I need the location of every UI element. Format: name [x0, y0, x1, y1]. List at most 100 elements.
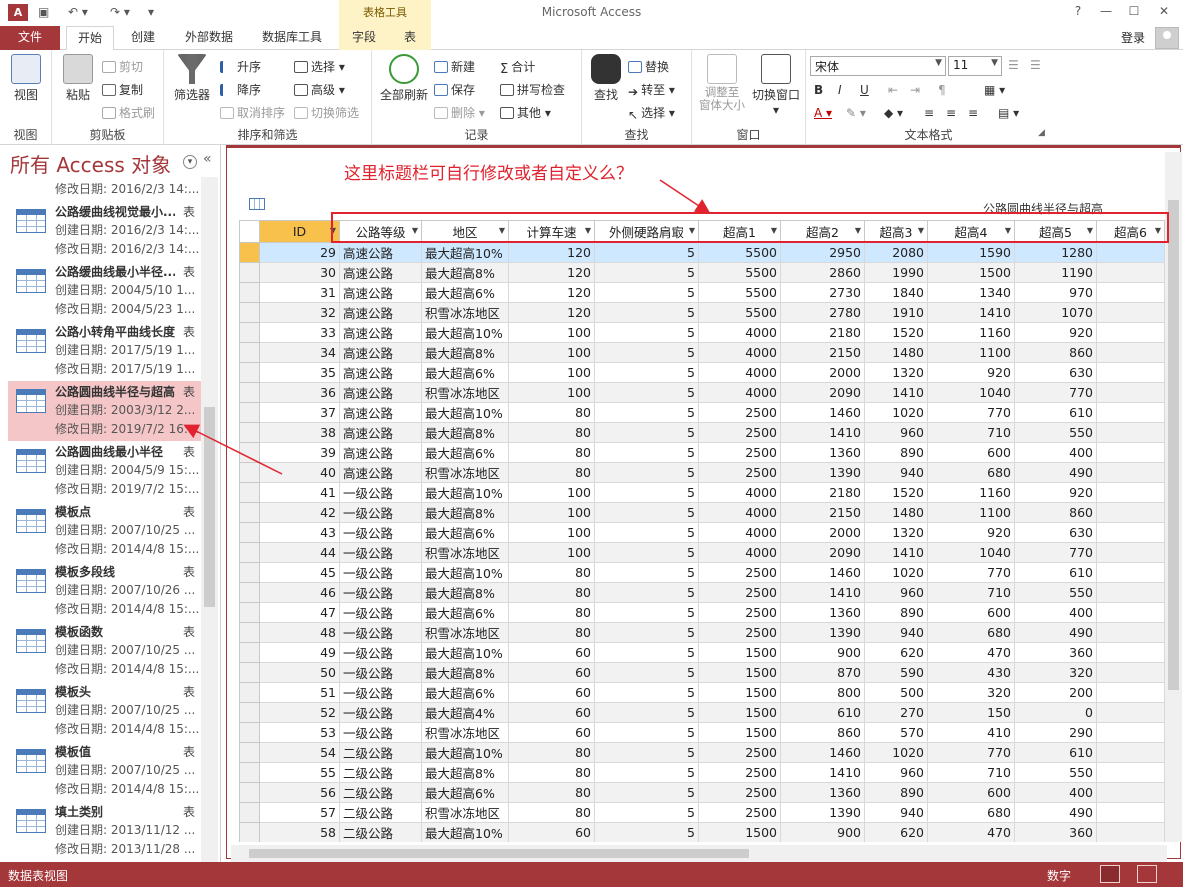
sort-ascending-button[interactable]: 升序: [220, 58, 261, 75]
table-cell[interactable]: 5: [594, 582, 699, 603]
table-cell[interactable]: 1340: [927, 282, 1015, 303]
table-cell[interactable]: 最大超高10%: [421, 642, 509, 663]
table-cell[interactable]: [1096, 622, 1165, 643]
table-cell[interactable]: 80: [508, 402, 595, 423]
table-cell[interactable]: 1160: [927, 482, 1015, 503]
table-cell[interactable]: 50: [259, 662, 340, 683]
record-selector[interactable]: [239, 282, 260, 303]
table-cell[interactable]: 最大超高6%: [421, 522, 509, 543]
table-cell[interactable]: 1480: [864, 342, 928, 363]
table-cell[interactable]: 920: [927, 362, 1015, 383]
table-cell[interactable]: 100: [508, 502, 595, 523]
goto-button[interactable]: ➔ 转至 ▾: [628, 81, 675, 99]
table-cell[interactable]: 100: [508, 362, 595, 383]
table-cell[interactable]: 52: [259, 702, 340, 723]
table-cell[interactable]: 最大超高10%: [421, 322, 509, 343]
table-cell[interactable]: 5: [594, 782, 699, 803]
table-cell[interactable]: 高速公路: [339, 302, 422, 323]
table-cell[interactable]: 60: [508, 662, 595, 683]
table-cell[interactable]: 54: [259, 742, 340, 763]
table-cell[interactable]: 2090: [780, 542, 865, 563]
table-cell[interactable]: 46: [259, 582, 340, 603]
table-cell[interactable]: 1040: [927, 542, 1015, 563]
table-cell[interactable]: 一级公路: [339, 642, 422, 663]
table-cell[interactable]: 770: [927, 402, 1015, 423]
table-cell[interactable]: 400: [1014, 602, 1097, 623]
table-row[interactable]: 49 一级公路 最大超高10% 60 5 1500 900 620 470 360: [239, 642, 1165, 663]
table-cell[interactable]: 二级公路: [339, 802, 422, 823]
sort-descending-button[interactable]: 降序: [220, 81, 261, 98]
table-cell[interactable]: 29: [259, 242, 340, 263]
table-cell[interactable]: 120: [508, 282, 595, 303]
table-cell[interactable]: 最大超高4%: [421, 702, 509, 723]
table-cell[interactable]: [1096, 702, 1165, 723]
table-cell[interactable]: 58: [259, 822, 340, 842]
table-cell[interactable]: 4000: [698, 362, 781, 383]
table-cell[interactable]: 5: [594, 422, 699, 443]
table-cell[interactable]: 31: [259, 282, 340, 303]
table-cell[interactable]: [1096, 382, 1165, 403]
table-cell[interactable]: 积雪冰冻地区: [421, 622, 509, 643]
table-cell[interactable]: 470: [927, 822, 1015, 842]
table-cell[interactable]: 360: [1014, 822, 1097, 842]
table-cell[interactable]: 47: [259, 602, 340, 623]
align-left-icon[interactable]: ≡: [924, 106, 934, 120]
table-cell[interactable]: 高速公路: [339, 242, 422, 263]
table-cell[interactable]: 80: [508, 562, 595, 583]
table-cell[interactable]: 一级公路: [339, 542, 422, 563]
table-cell[interactable]: 44: [259, 542, 340, 563]
table-cell[interactable]: 最大超高6%: [421, 362, 509, 383]
table-cell[interactable]: 最大超高8%: [421, 762, 509, 783]
table-cell[interactable]: 1500: [698, 642, 781, 663]
nav-item[interactable]: 公路圆曲线半径与超高表创建日期: 2003/3/12 2... 修改日期: 201…: [8, 381, 201, 441]
table-cell[interactable]: 2500: [698, 562, 781, 583]
table-cell[interactable]: 1480: [864, 502, 928, 523]
table-cell[interactable]: 1520: [864, 322, 928, 343]
horizontal-scrollbar[interactable]: [231, 845, 1167, 862]
table-cell[interactable]: 5: [594, 502, 699, 523]
bullets-icon[interactable]: ☰: [1008, 58, 1019, 72]
table-row[interactable]: 55 二级公路 最大超高8% 80 5 2500 1410 960 710 550: [239, 762, 1165, 783]
table-cell[interactable]: 60: [508, 702, 595, 723]
select-all-corner[interactable]: [239, 220, 260, 243]
table-cell[interactable]: 900: [780, 642, 865, 663]
table-cell[interactable]: 1070: [1014, 302, 1097, 323]
table-cell[interactable]: 2500: [698, 742, 781, 763]
table-cell[interactable]: 470: [927, 642, 1015, 663]
more-button[interactable]: 其他 ▾: [500, 104, 551, 121]
table-cell[interactable]: [1096, 462, 1165, 483]
table-cell[interactable]: 100: [508, 542, 595, 563]
table-cell[interactable]: 5: [594, 242, 699, 263]
record-selector[interactable]: [239, 442, 260, 463]
table-cell[interactable]: 2500: [698, 602, 781, 623]
table-row[interactable]: 37 高速公路 最大超高10% 80 5 2500 1460 1020 770 610: [239, 402, 1165, 423]
table-row[interactable]: 50 一级公路 最大超高8% 60 5 1500 870 590 430 320: [239, 662, 1165, 683]
tab-home[interactable]: 开始: [66, 26, 114, 51]
table-cell[interactable]: 600: [927, 782, 1015, 803]
table-cell[interactable]: [1096, 282, 1165, 303]
table-cell[interactable]: 570: [864, 722, 928, 743]
record-selector[interactable]: [239, 362, 260, 383]
table-cell[interactable]: 二级公路: [339, 762, 422, 783]
nav-item[interactable]: 公路圆曲线最小半径 表创建日期: 2004/5/9 15:... 修改日期: 201…: [8, 441, 201, 501]
table-cell[interactable]: 一级公路: [339, 482, 422, 503]
switch-windows-button[interactable]: 切换窗口 ▾: [748, 54, 804, 117]
table-row[interactable]: 52 一级公路 最大超高4% 60 5 1500 610 270 150 0: [239, 702, 1165, 723]
design-view-button[interactable]: [1137, 865, 1157, 883]
copy-button[interactable]: 复制: [102, 81, 143, 98]
table-cell[interactable]: 1360: [780, 442, 865, 463]
table-cell[interactable]: 高速公路: [339, 282, 422, 303]
filter-button[interactable]: 筛选器: [172, 54, 212, 103]
vertical-scroll-thumb[interactable]: [1168, 200, 1179, 690]
table-cell[interactable]: 5: [594, 262, 699, 283]
nav-pane-title[interactable]: 所有 Access 对象: [10, 149, 171, 178]
table-cell[interactable]: 一级公路: [339, 722, 422, 743]
table-cell[interactable]: 5: [594, 642, 699, 663]
table-cell[interactable]: 5: [594, 282, 699, 303]
table-cell[interactable]: 32: [259, 302, 340, 323]
tab-external-data[interactable]: 外部数据: [178, 26, 240, 50]
table-cell[interactable]: 80: [508, 762, 595, 783]
toggle-filter-button[interactable]: 切换筛选: [294, 104, 359, 121]
table-cell[interactable]: 最大超高8%: [421, 582, 509, 603]
table-cell[interactable]: 最大超高6%: [421, 682, 509, 703]
